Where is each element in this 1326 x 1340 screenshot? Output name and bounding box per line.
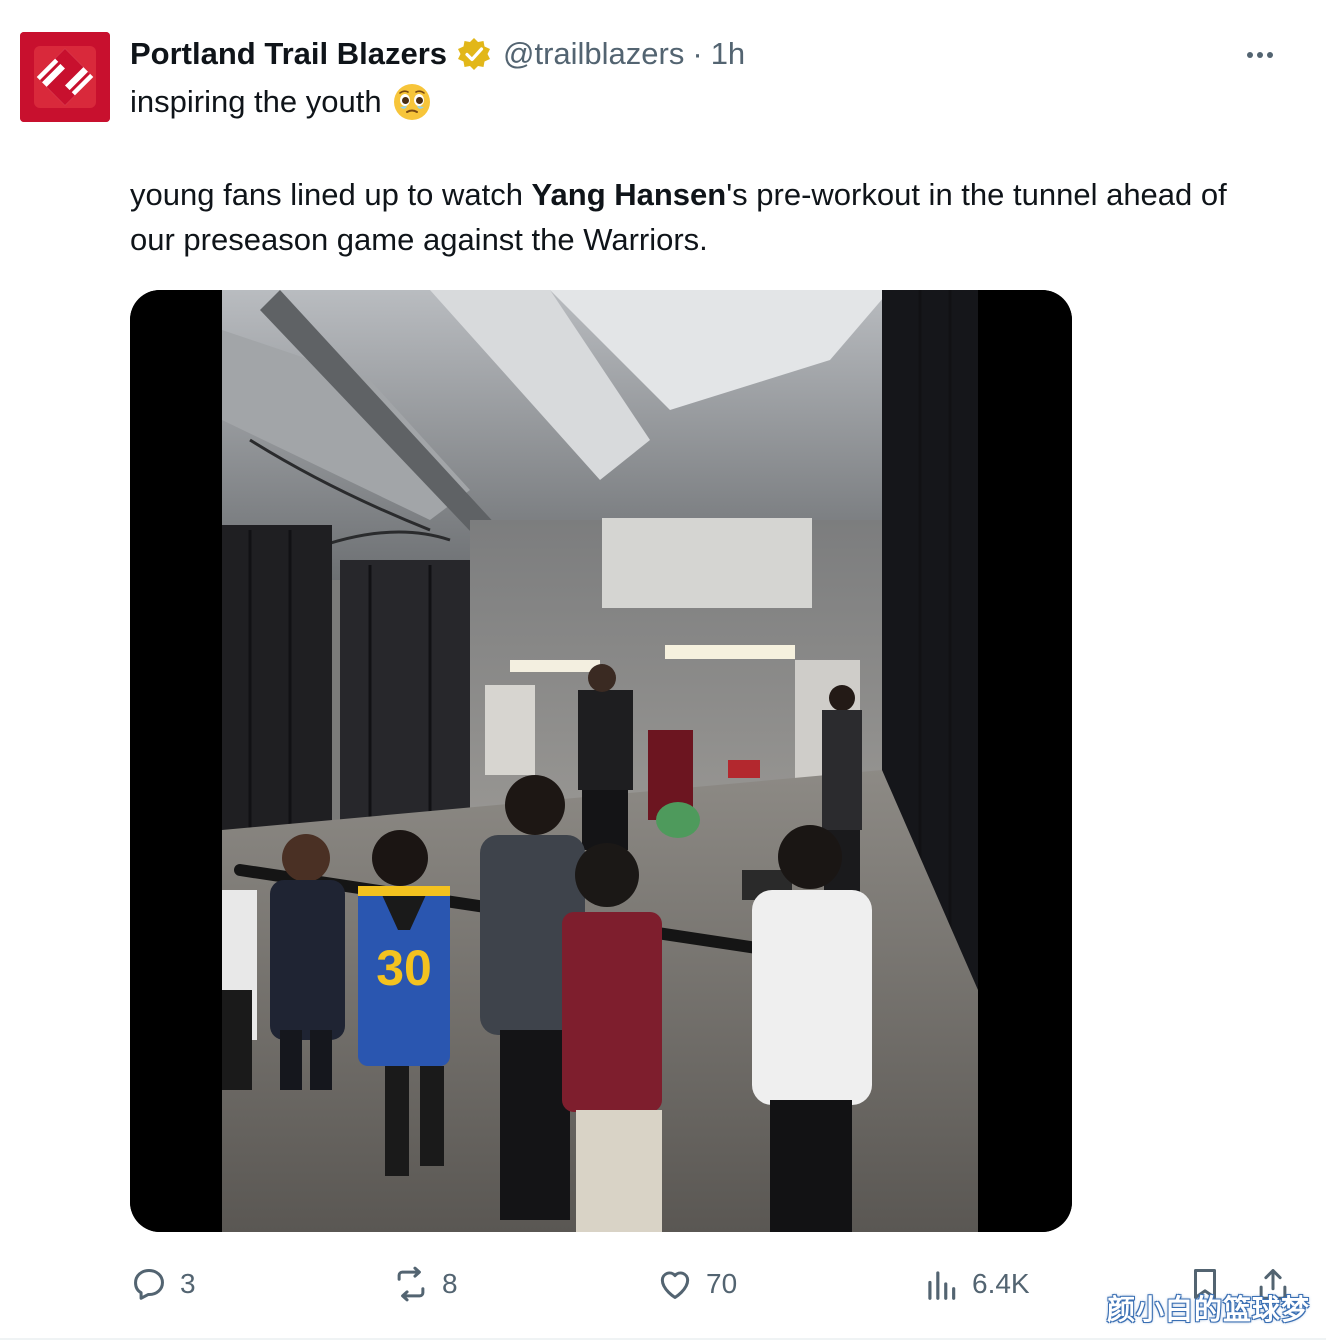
repost-count: 8: [442, 1268, 458, 1299]
tunnel-video-frame: 30: [130, 290, 1072, 1232]
jersey-number: 30: [376, 940, 432, 996]
reply-icon: [134, 1269, 164, 1300]
view-count: 6.4K: [972, 1268, 1030, 1299]
more-dot-icon: [1267, 52, 1273, 58]
more-dot-icon: [1257, 52, 1263, 58]
repost-icon: [397, 1266, 425, 1302]
video-media[interactable]: 30: [130, 290, 1072, 1232]
tweet-card[interactable]: Portland Trail Blazers @trailblazers · 1…: [0, 0, 1326, 1340]
repost-button[interactable]: 8: [392, 1258, 458, 1310]
watermark: 颜小白的篮球梦: [1106, 1294, 1310, 1325]
heart-icon: [660, 1271, 690, 1299]
display-name[interactable]: Portland Trail Blazers: [130, 36, 447, 72]
like-count: 70: [706, 1268, 738, 1299]
tweet-header: Portland Trail Blazers @trailblazers · 1…: [130, 32, 745, 76]
avatar[interactable]: [20, 32, 110, 122]
trail-blazers-logo-icon: [20, 32, 110, 122]
face-holding-back-tears-emoji-icon: [392, 82, 432, 122]
separator-dot: ·: [692, 36, 703, 71]
reply-button[interactable]: 3: [130, 1258, 196, 1310]
views-button[interactable]: 6.4K: [922, 1258, 1030, 1310]
headline-text: inspiring the youth: [130, 84, 382, 119]
analytics-icon: [928, 1271, 956, 1300]
reply-count: 3: [180, 1268, 196, 1299]
player-name: Yang Hansen: [531, 177, 727, 212]
handle[interactable]: @trailblazers: [503, 36, 684, 72]
more-options-button[interactable]: [1240, 40, 1280, 70]
verified-badge-icon: [457, 37, 491, 71]
like-button[interactable]: 70: [656, 1258, 737, 1310]
tweet-body: young fans lined up to watch Yang Hansen…: [130, 172, 1240, 262]
kid-left-edge: [222, 890, 257, 1090]
body-text-start: young fans lined up to watch: [130, 177, 532, 212]
tweet-headline: inspiring the youth: [130, 82, 432, 122]
more-dot-icon: [1247, 52, 1253, 58]
timestamp[interactable]: 1h: [711, 36, 745, 72]
